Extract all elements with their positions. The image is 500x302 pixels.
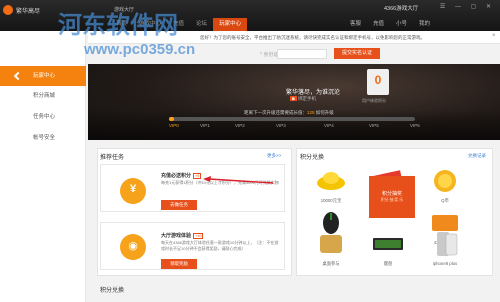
vip-sub-label: 用户体验积分 xyxy=(362,98,386,103)
q-coin-icon xyxy=(434,170,456,192)
gift-name: Q币 xyxy=(441,198,449,203)
bind-phone-label: 绑定手机 xyxy=(297,96,316,101)
task-title-text: 充值必送积分 xyxy=(161,173,192,179)
tab-game-center[interactable]: 游戏中心 xyxy=(133,18,167,31)
vip-label: VIP0 xyxy=(169,123,179,128)
keyboard-icon xyxy=(373,238,403,250)
sidebar-item-task-center[interactable]: 任务中心 xyxy=(0,107,86,127)
submit-verify-button[interactable]: 提交实名认证 xyxy=(334,48,380,59)
gift-name: 键盘 xyxy=(383,261,393,266)
vip-label: VIP6 xyxy=(410,123,420,128)
gift-item[interactable]: Q币 xyxy=(422,168,468,210)
window-controls[interactable]: ☰ — ▢ ✕ xyxy=(440,3,495,10)
tab-service[interactable]: 客服 xyxy=(344,18,367,31)
claim-reward-button[interactable]: 领取奖励 xyxy=(161,259,197,269)
tab-player-center[interactable]: 玩家中心 xyxy=(213,18,248,31)
sidebar-item-label: 任务中心 xyxy=(33,114,56,120)
vip-label: VIP3 xyxy=(276,123,286,128)
notice-bar: 您好！为了您的账号安全，平台推出了防沉迷系统，请尽快完成实名认证和绑定手机号，以… xyxy=(88,31,500,44)
task-points-badge: +10 xyxy=(193,233,204,239)
vip-label: VIP4 xyxy=(324,123,334,128)
title-bar: 繁华高尽 游戏大厅 首页 游戏中心 充值 论坛 玩家中心 4366游戏大厅 ☰ … xyxy=(0,0,500,31)
app-name: 繁华高尽 xyxy=(16,9,41,15)
annotation-arrow-icon xyxy=(203,176,274,184)
tab-recharge[interactable]: 充值 xyxy=(167,18,190,31)
lottery-sub: 积分 抽 奖 乐 xyxy=(380,198,404,202)
vip-level-card: 0 xyxy=(367,69,389,95)
profile-banner xyxy=(88,64,500,140)
bottom-section-heading: 积分兑换 xyxy=(100,288,125,294)
task-description: 每天在4366游戏大厅体验任意一款游戏10分钟以上，（注：不在游戏时长不足10分… xyxy=(161,240,279,251)
tab-home[interactable]: 首页 xyxy=(110,18,133,31)
next-vip-prefix: 距离下一次升级还需要成长值： xyxy=(244,110,307,115)
phone-icon xyxy=(437,232,458,256)
gift-name: 桌面参与 xyxy=(322,261,340,266)
account-label[interactable]: 4366游戏大厅 xyxy=(384,4,418,12)
vip-label: VIP5 xyxy=(369,123,379,128)
tab-alt-account[interactable]: 小号 xyxy=(390,18,413,31)
tab-forum[interactable]: 论坛 xyxy=(190,18,213,31)
vip-level-value: 0 xyxy=(374,73,382,87)
task-title: 大厅游戏体验 +10 xyxy=(161,232,204,239)
notice-text: 您好！为了您的账号安全，平台推出了防沉迷系统，请尽快完成实名认证和绑定手机号，以… xyxy=(200,35,425,40)
vip-progress-track xyxy=(169,117,415,121)
sidebar-item-player-center[interactable]: 玩家中心 xyxy=(0,66,86,86)
notice-close-icon[interactable]: × xyxy=(492,33,496,39)
id-number-input[interactable] xyxy=(277,49,327,59)
hall-label: 游戏大厅 xyxy=(114,7,135,13)
gift-item[interactable]: iphone8 plus xyxy=(422,231,468,273)
sidebar: 玩家中心 积分商城 任务中心 帐号安全 xyxy=(0,31,86,302)
gift-name: iphone8 plus xyxy=(432,261,458,266)
coin-glyph: ¥ xyxy=(129,183,137,195)
exchange-record-link[interactable]: 兑换记录 xyxy=(468,153,486,159)
chevron-icon xyxy=(13,71,23,81)
gold-ingot-icon xyxy=(317,172,345,190)
task-title: 充值必送积分 +5 xyxy=(161,172,202,179)
gift-name: 10000元宝 xyxy=(320,198,342,203)
tasks-more-link[interactable]: 更多>> xyxy=(267,153,281,159)
gamepad-glyph: ◉ xyxy=(128,240,138,252)
vip-progress-fill xyxy=(169,117,174,121)
username: 繁华落尽，为谁沉沦 xyxy=(286,90,341,96)
next-vip-text: 距离下一次升级还需要成长值：125 如何升级 xyxy=(244,110,334,116)
points-lottery-banner[interactable]: 积分抽奖 积分 抽 奖 乐 xyxy=(369,176,415,218)
gift-item[interactable]: 键盘 xyxy=(365,231,411,273)
phone-icon: ◙ xyxy=(290,96,297,101)
main-tabs: 首页 游戏中心 充值 论坛 玩家中心 xyxy=(110,18,248,31)
sidebar-item-label: 积分商城 xyxy=(33,93,56,99)
vip-label: VIP2 xyxy=(235,123,245,128)
gift-item[interactable]: 10000元宝 xyxy=(308,168,354,210)
lottery-label: 积分抽奖 xyxy=(381,191,402,197)
gamepad-icon: ◉ xyxy=(120,234,146,260)
sidebar-item-points-mall[interactable]: 积分商城 xyxy=(0,86,86,106)
desk-toy-icon xyxy=(320,235,342,253)
tab-pay[interactable]: 充值 xyxy=(367,18,390,31)
app-logo xyxy=(3,5,13,15)
next-vip-value: 125 xyxy=(307,110,315,115)
task-title-text: 大厅游戏体验 xyxy=(161,233,192,239)
vip-label: VIP1 xyxy=(200,123,210,128)
tasks-heading: 推荐任务 xyxy=(100,155,125,161)
gift-item[interactable]: 桌面参与 xyxy=(308,231,354,273)
tab-mine[interactable]: 我的 xyxy=(413,18,436,31)
coin-icon: ¥ xyxy=(120,178,146,204)
sidebar-item-account-security[interactable]: 帐号安全 xyxy=(0,128,86,148)
how-to-upgrade-link[interactable]: 如何升级 xyxy=(316,110,334,115)
do-task-button[interactable]: 去做任务 xyxy=(161,200,197,210)
sidebar-item-label: 玩家中心 xyxy=(33,73,56,79)
right-tabs: 客服 充值 小号 我的 xyxy=(344,18,436,31)
exchange-heading: 积分兑换 xyxy=(300,155,325,161)
bind-phone-link[interactable]: ◙ 绑定手机 xyxy=(290,96,316,102)
sidebar-item-label: 帐号安全 xyxy=(33,135,56,141)
